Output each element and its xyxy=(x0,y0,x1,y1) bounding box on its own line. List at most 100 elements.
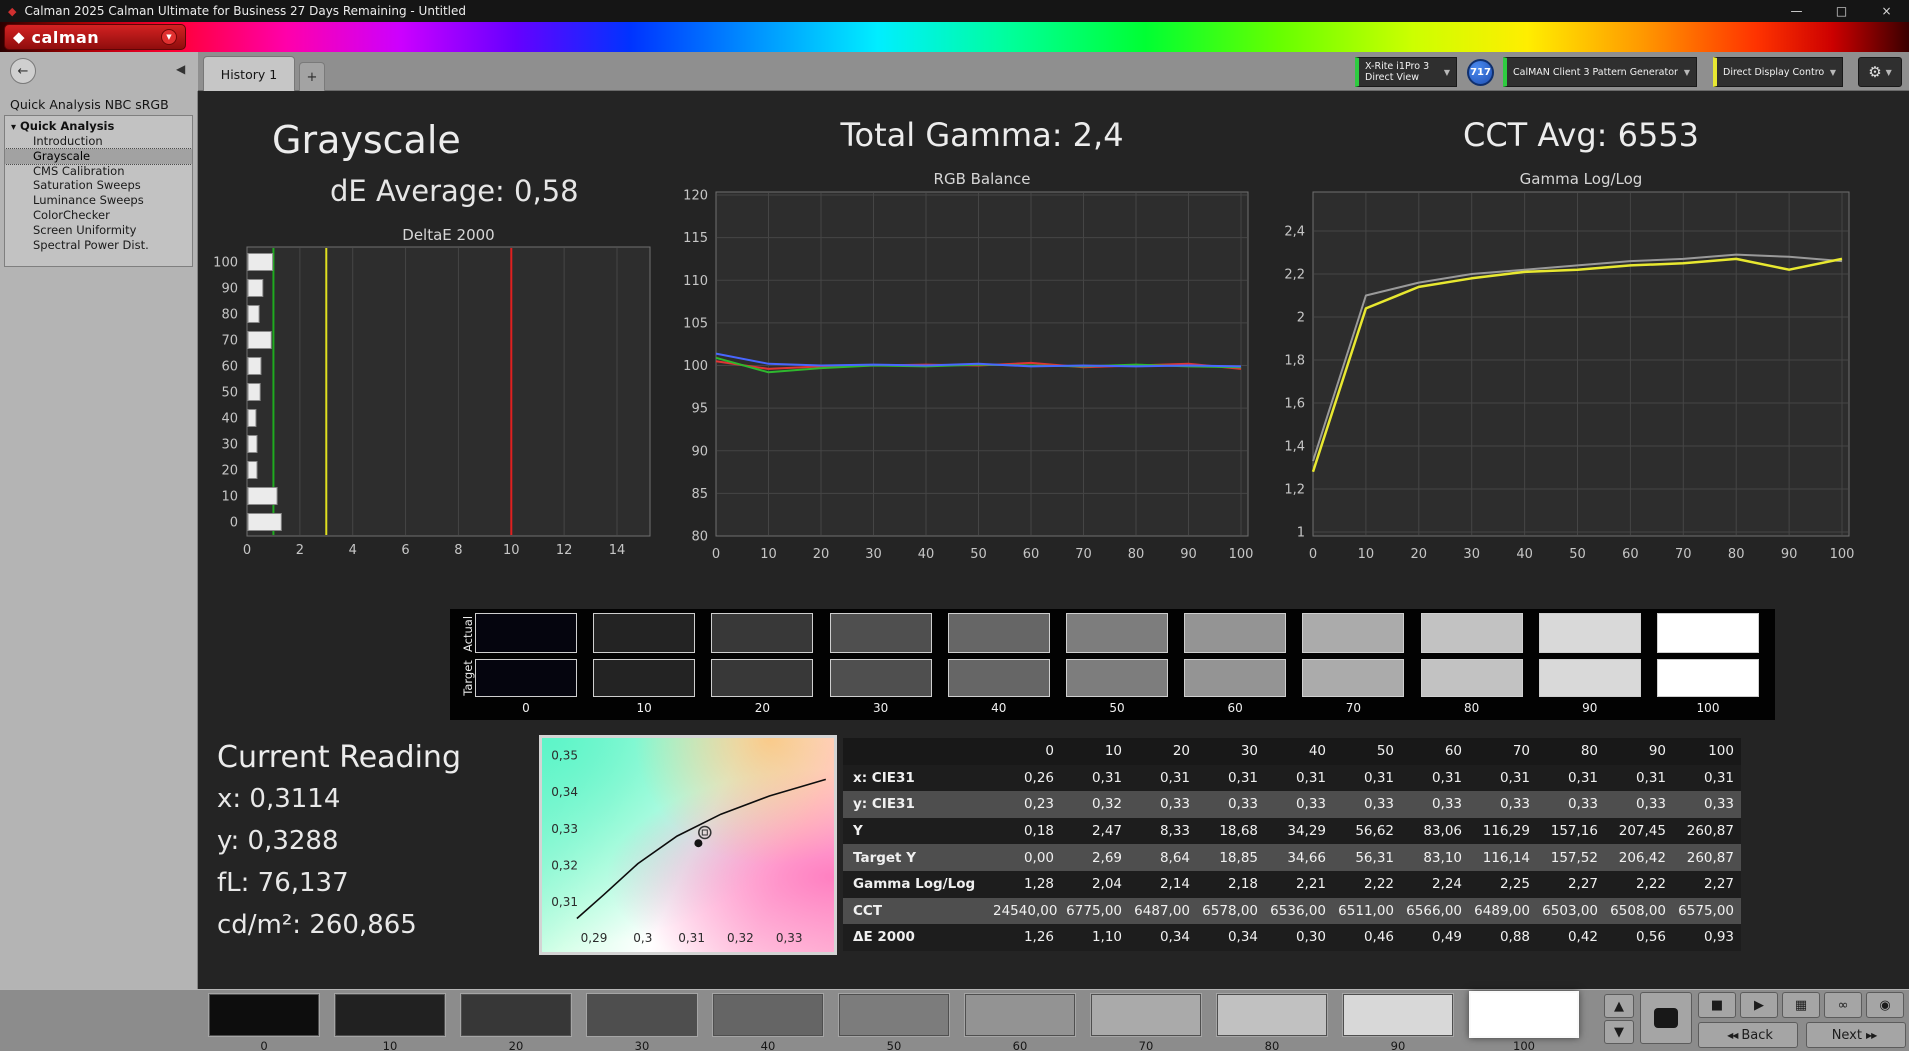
loop-icon: ∞ xyxy=(1838,998,1849,1013)
svg-text:0,31: 0,31 xyxy=(551,895,578,909)
svg-text:6: 6 xyxy=(401,543,409,558)
pattern-patch-90[interactable] xyxy=(1343,994,1453,1036)
table-cell: 0,34 xyxy=(1129,929,1197,945)
table-cell: 0,33 xyxy=(1537,796,1605,812)
logo-menu-chevron-icon: ▼ xyxy=(161,29,177,45)
table-row: Target Y0,002,698,6418,8534,6656,3183,10… xyxy=(843,844,1741,871)
reading-fl-value: fL: 76,137 xyxy=(217,868,349,898)
pattern-generator-selector[interactable]: CalMAN Client 3 Pattern Generator ▼ xyxy=(1503,57,1697,87)
svg-text:2: 2 xyxy=(1297,311,1305,326)
meter-badge[interactable]: 717 xyxy=(1467,59,1494,86)
table-cell: 207,45 xyxy=(1605,823,1673,839)
table-column-header: 90 xyxy=(1605,743,1673,759)
sidebar-item-introduction[interactable]: Introduction xyxy=(5,134,192,149)
target-row-label: Target xyxy=(461,648,475,708)
tab-history-1[interactable]: History 1 xyxy=(203,56,295,91)
collapse-sidebar-icon[interactable]: ◀ xyxy=(176,62,185,76)
table-cell: 0,34 xyxy=(1197,929,1265,945)
swatch-level-label: 100 xyxy=(1657,701,1759,715)
svg-text:0,34: 0,34 xyxy=(551,785,578,799)
svg-text:2,4: 2,4 xyxy=(1284,225,1305,240)
pattern-patch-80[interactable] xyxy=(1217,994,1327,1036)
table-cell: 8,64 xyxy=(1129,850,1197,866)
svg-text:70: 70 xyxy=(1675,547,1692,562)
sidebar-item-screen-uniformity[interactable]: Screen Uniformity xyxy=(5,223,192,238)
table-cell: 0,33 xyxy=(1333,796,1401,812)
svg-text:10: 10 xyxy=(760,547,777,562)
stop-button[interactable]: ■ xyxy=(1698,992,1736,1018)
pattern-patch-30[interactable] xyxy=(587,994,697,1036)
tree-root-quick-analysis[interactable]: ▾Quick Analysis xyxy=(5,116,192,134)
calman-logo-text: calman xyxy=(32,28,100,47)
pattern-patch-10[interactable] xyxy=(335,994,445,1036)
table-column-header: 40 xyxy=(1265,743,1333,759)
pattern-window-toggle-button[interactable] xyxy=(1640,992,1692,1044)
svg-text:60: 60 xyxy=(1023,547,1040,562)
pattern-patch-0[interactable] xyxy=(209,994,319,1036)
table-cell: 0,31 xyxy=(1129,770,1197,786)
svg-text:20: 20 xyxy=(813,547,830,562)
maximize-button[interactable]: □ xyxy=(1819,0,1864,22)
table-cell: 0,33 xyxy=(1469,796,1537,812)
preview-button[interactable]: ◉ xyxy=(1866,992,1904,1018)
display-control-selector[interactable]: Direct Display Control ▼ xyxy=(1713,57,1843,87)
table-cell: 6503,00 xyxy=(1537,903,1605,919)
play-button[interactable]: ▶ xyxy=(1740,992,1778,1018)
pattern-generator-name: CalMAN Client 3 Pattern Generator xyxy=(1513,67,1679,78)
pattern-patch-50[interactable] xyxy=(839,994,949,1036)
reading-cdm2-value: cd/m²: 260,865 xyxy=(217,910,417,940)
sidebar-item-saturation-sweeps[interactable]: Saturation Sweeps xyxy=(5,178,192,193)
pattern-patch-20[interactable] xyxy=(461,994,571,1036)
patch-scroll-down-button[interactable]: ▼ xyxy=(1604,1020,1634,1044)
rainbow-banner: ◆ calman ▼ xyxy=(0,22,1909,52)
svg-text:10: 10 xyxy=(503,543,520,558)
pattern-patch-40[interactable] xyxy=(713,994,823,1036)
patch-level-label: 50 xyxy=(839,1039,949,1051)
back-button[interactable]: ◀◀ Back xyxy=(1698,1022,1798,1048)
table-cell: 2,47 xyxy=(1061,823,1129,839)
swatch-level-label: 30 xyxy=(830,701,932,715)
sidebar-item-cms-calibration[interactable]: CMS Calibration xyxy=(5,164,192,179)
navigate-back-button[interactable]: ← xyxy=(10,58,36,84)
pattern-patch-60[interactable] xyxy=(965,994,1075,1036)
table-cell: 0,33 xyxy=(1129,796,1197,812)
reading-x-value: x: 0,3114 xyxy=(217,784,340,814)
pattern-patch-70[interactable] xyxy=(1091,994,1201,1036)
swatch-level-label: 60 xyxy=(1184,701,1286,715)
patch-scroll-up-button[interactable]: ▲ xyxy=(1604,994,1634,1018)
table-row: y: CIE310,230,320,330,330,330,330,330,33… xyxy=(843,791,1741,818)
svg-text:70: 70 xyxy=(1075,547,1092,562)
page-title: Grayscale xyxy=(272,118,461,162)
continuous-measure-button[interactable]: ∞ xyxy=(1824,992,1862,1018)
settings-button[interactable]: ⚙ ▼ xyxy=(1858,57,1902,87)
actual-swatch-100 xyxy=(1657,613,1759,653)
minimize-button[interactable]: — xyxy=(1774,0,1819,22)
meter-selector[interactable]: X-Rite i1Pro 3 Direct View ▼ xyxy=(1355,57,1457,87)
table-cell: 34,66 xyxy=(1265,850,1333,866)
svg-text:90: 90 xyxy=(691,444,708,459)
save-button[interactable]: ▦ xyxy=(1782,992,1820,1018)
svg-text:90: 90 xyxy=(221,282,238,297)
pattern-patch-100[interactable] xyxy=(1469,991,1579,1038)
svg-text:1,6: 1,6 xyxy=(1284,397,1305,412)
table-cell: 0,42 xyxy=(1537,929,1605,945)
sidebar-item-luminance-sweeps[interactable]: Luminance Sweeps xyxy=(5,193,192,208)
add-tab-button[interactable]: + xyxy=(299,62,325,91)
svg-text:80: 80 xyxy=(1128,547,1145,562)
table-column-header: 70 xyxy=(1469,743,1537,759)
close-button[interactable]: × xyxy=(1864,0,1909,22)
actual-swatch-20 xyxy=(711,613,813,653)
actual-swatch-80 xyxy=(1421,613,1523,653)
table-cell: 0,33 xyxy=(1605,796,1673,812)
sidebar-item-colorchecker[interactable]: ColorChecker xyxy=(5,208,192,223)
actual-swatch-0 xyxy=(475,613,577,653)
display-control-name: Direct Display Control xyxy=(1723,67,1825,78)
calman-logo-menu[interactable]: ◆ calman ▼ xyxy=(4,24,186,50)
table-row-label: x: CIE31 xyxy=(843,770,993,786)
sidebar-item-grayscale[interactable]: Grayscale xyxy=(5,149,192,164)
svg-text:30: 30 xyxy=(221,438,238,453)
table-cell: 157,16 xyxy=(1537,823,1605,839)
next-button[interactable]: Next ▶▶ xyxy=(1806,1022,1906,1048)
sidebar-item-spectral-power-dist[interactable]: Spectral Power Dist. xyxy=(5,238,192,253)
deltae-chart: 010203040506070809010002468101214 xyxy=(180,240,657,562)
